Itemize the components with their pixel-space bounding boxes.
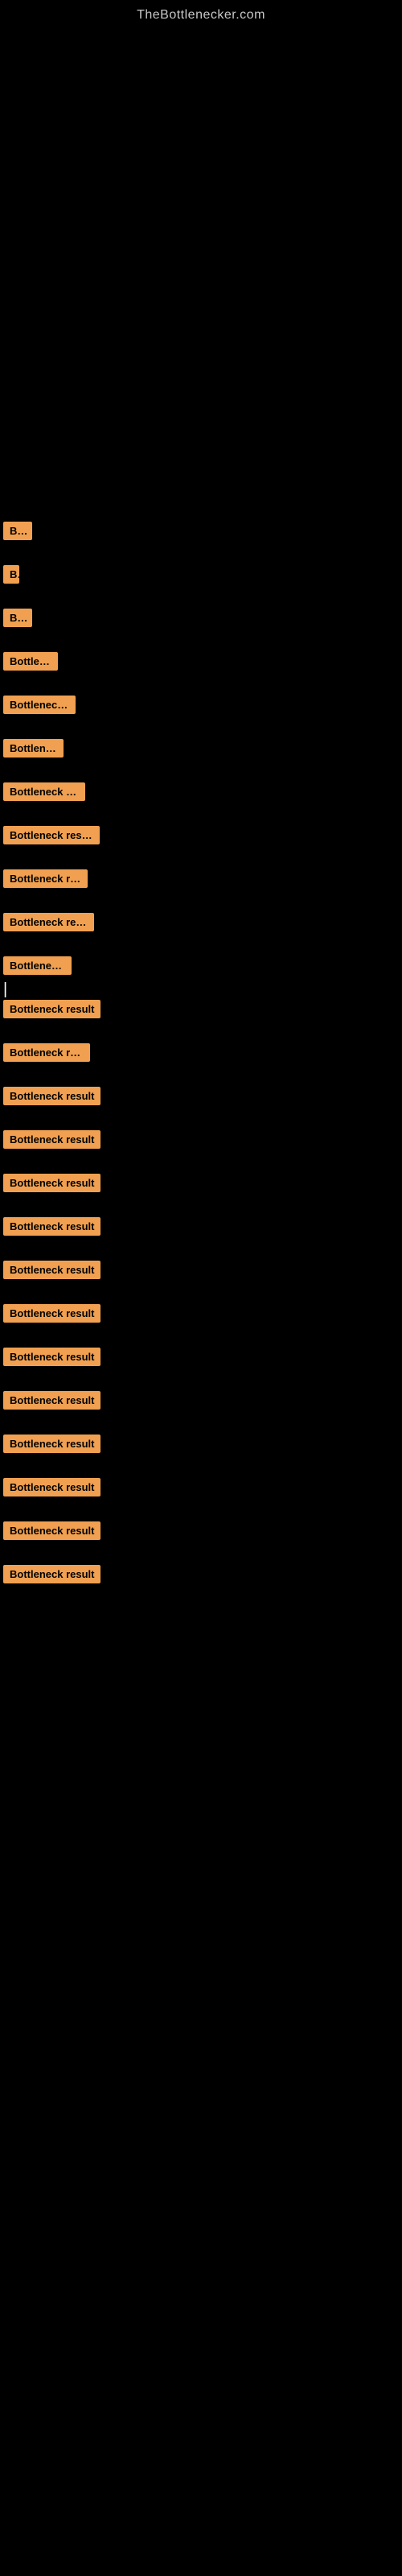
result-spacer [2, 1158, 402, 1169]
result-item: Bottleneck result [2, 956, 402, 979]
result-spacer [2, 1505, 402, 1517]
result-item: Bottleneck result [2, 869, 402, 892]
bottleneck-result-label: Bottleneck result [3, 1521, 100, 1540]
result-item: Bottleneck result [2, 1391, 402, 1414]
bottleneck-result-label: Bottleneck result [3, 1043, 90, 1062]
result-spacer [2, 1462, 402, 1473]
cursor-indicator: | [3, 980, 7, 999]
bottleneck-result-label: Bottleneck result [3, 609, 32, 627]
bottleneck-result-label: Bottleneck result [3, 1435, 100, 1453]
result-item: Bottleneck result [2, 1000, 402, 1022]
bottleneck-result-label: Bottleneck result [3, 782, 85, 801]
bottleneck-result-label: Bottleneck result [3, 913, 94, 931]
bottleneck-result-label: Bottleneck result [3, 1130, 100, 1149]
result-spacer [2, 723, 402, 734]
site-title: TheBottlenecker.com [0, 0, 402, 29]
bottleneck-result-label: Bottleneck result [3, 1174, 100, 1192]
result-item: Bottleneck result [2, 1087, 402, 1109]
dark-hero-section [0, 29, 402, 472]
result-spacer [2, 1418, 402, 1430]
page-wrapper: TheBottlenecker.com | Bottleneck resultB… [0, 0, 402, 472]
bottleneck-result-label: Bottleneck result [3, 565, 19, 584]
result-item: Bottleneck result [2, 1521, 402, 1544]
bottleneck-result-label: Bottleneck result [3, 1348, 100, 1366]
result-item: Bottleneck result [2, 609, 402, 631]
bottleneck-result-label: Bottleneck result [3, 1391, 100, 1410]
result-item: Bottleneck result [2, 696, 402, 718]
result-spacer [2, 1549, 402, 1560]
bottleneck-result-label: Bottleneck result [3, 869, 88, 888]
result-item: Bottleneck result [2, 565, 402, 588]
result-spacer [2, 1375, 402, 1386]
bottleneck-result-label: Bottleneck result [3, 1217, 100, 1236]
result-spacer [2, 1027, 402, 1038]
result-spacer [2, 636, 402, 647]
bottleneck-result-label: Bottleneck result [3, 652, 58, 671]
result-item: Bottleneck result [2, 782, 402, 805]
result-spacer [2, 592, 402, 604]
result-spacer [2, 984, 402, 995]
result-item: Bottleneck result [2, 652, 402, 675]
result-spacer [2, 679, 402, 691]
results-wrapper: | Bottleneck resultBottleneck resultBott… [0, 497, 402, 1600]
result-item: Bottleneck result [2, 1304, 402, 1327]
bottleneck-result-label: Bottleneck result [3, 739, 64, 758]
bottleneck-result-label: Bottleneck result [3, 826, 100, 844]
result-item: Bottleneck result [2, 1261, 402, 1283]
bottleneck-result-label: Bottleneck result [3, 1087, 100, 1105]
bottleneck-result-label: Bottleneck result [3, 1565, 100, 1583]
bottleneck-result-label: Bottleneck result [3, 522, 32, 540]
bottleneck-result-label: Bottleneck result [3, 1478, 100, 1496]
result-spacer [2, 1288, 402, 1299]
result-item: Bottleneck result [2, 739, 402, 762]
bottleneck-result-label: Bottleneck result [3, 696, 76, 714]
result-item: Bottleneck result [2, 913, 402, 935]
result-spacer [2, 1245, 402, 1256]
result-item: Bottleneck result [2, 826, 402, 848]
result-item: Bottleneck result [2, 522, 402, 544]
result-spacer [2, 1071, 402, 1082]
result-item: Bottleneck result [2, 1130, 402, 1153]
result-spacer [2, 810, 402, 821]
result-item: Bottleneck result [2, 1217, 402, 1240]
results-container: Bottleneck result Bottleneck result Bottle… [0, 522, 402, 1600]
result-spacer [2, 940, 402, 952]
result-spacer [2, 1201, 402, 1212]
result-item: Bottleneck result [2, 1435, 402, 1457]
result-item: Bottleneck result [2, 1348, 402, 1370]
result-spacer [2, 1331, 402, 1343]
result-spacer [2, 897, 402, 908]
bottleneck-result-label: Bottleneck result [3, 1304, 100, 1323]
result-spacer [2, 1114, 402, 1125]
result-spacer [2, 766, 402, 778]
bottleneck-result-label: Bottleneck result [3, 1000, 100, 1018]
result-item: Bottleneck result [2, 1478, 402, 1501]
result-spacer [2, 853, 402, 865]
result-item: Bottleneck result [2, 1565, 402, 1587]
result-spacer [2, 549, 402, 560]
result-item: Bottleneck result [2, 1174, 402, 1196]
bottleneck-result-label: Bottleneck result [3, 1261, 100, 1279]
bottleneck-result-label: Bottleneck result [3, 956, 72, 975]
result-item: Bottleneck result [2, 1043, 402, 1066]
